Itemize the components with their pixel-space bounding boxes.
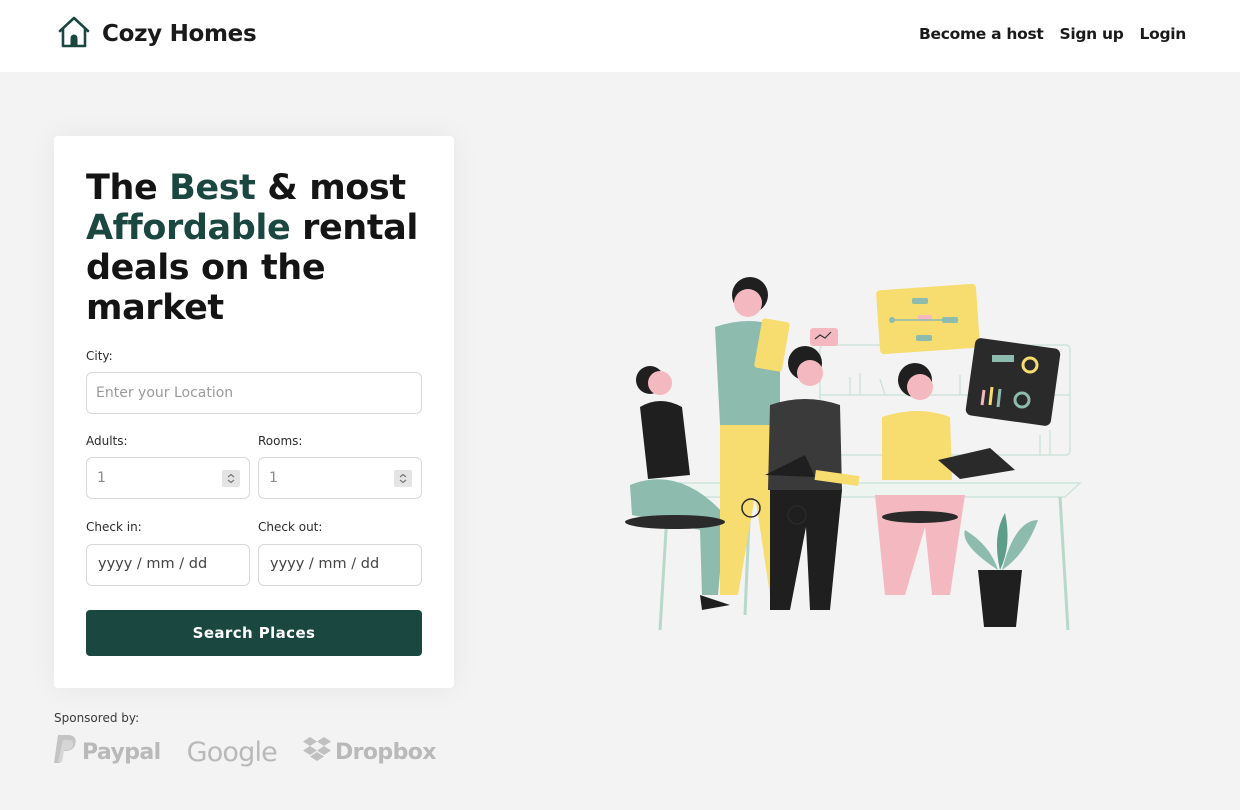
checkout-label: Check out:	[258, 520, 323, 534]
adults-stepper[interactable]: 1	[86, 457, 250, 499]
sponsored-by-label: Sponsored by:	[54, 711, 140, 725]
top-navbar: Cozy Homes Become a host Sign up Login	[0, 0, 1240, 72]
team-illustration	[620, 265, 1090, 640]
checkout-date-input[interactable]: yyyy / mm / dd	[258, 544, 422, 586]
checkin-label: Check in:	[86, 520, 142, 534]
sponsor-logos: Paypal Google Dropbox	[54, 734, 436, 770]
rooms-spinner-icon[interactable]	[394, 470, 412, 487]
rooms-label: Rooms:	[258, 434, 303, 448]
search-places-button[interactable]: Search Places	[86, 610, 422, 656]
rooms-stepper[interactable]: 1	[258, 457, 422, 499]
city-input[interactable]	[86, 372, 422, 414]
headline-highlight-affordable: Affordable	[86, 208, 291, 248]
paypal-icon	[54, 734, 78, 770]
brand-logo[interactable]: Cozy Homes	[56, 14, 257, 54]
google-text: Google	[186, 736, 278, 768]
dropbox-text: Dropbox	[335, 739, 436, 765]
sign-up-link[interactable]: Sign up	[1059, 25, 1123, 43]
checkin-date-input[interactable]: yyyy / mm / dd	[86, 544, 250, 586]
google-logo: Google	[186, 736, 278, 768]
search-card: The Best & most Affordable rental deals …	[54, 136, 454, 688]
brand-name: Cozy Homes	[102, 21, 257, 47]
house-icon	[56, 14, 92, 54]
paypal-text: Paypal	[82, 739, 161, 765]
paypal-logo: Paypal	[54, 734, 161, 770]
headline-highlight-best: Best	[169, 168, 256, 208]
adults-value: 1	[97, 470, 106, 486]
city-label: City:	[86, 349, 113, 363]
adults-label: Adults:	[86, 434, 128, 448]
become-host-link[interactable]: Become a host	[919, 25, 1044, 43]
rooms-value: 1	[269, 470, 278, 486]
checkout-placeholder: yyyy / mm / dd	[270, 556, 380, 572]
login-link[interactable]: Login	[1140, 25, 1187, 43]
adults-spinner-icon[interactable]	[222, 470, 240, 487]
nav-links: Become a host Sign up Login	[919, 25, 1186, 43]
hero-headline: The Best & most Affordable rental deals …	[86, 168, 436, 328]
checkin-placeholder: yyyy / mm / dd	[98, 556, 208, 572]
headline-text: & most	[255, 168, 406, 208]
dropbox-icon	[303, 736, 331, 768]
dropbox-logo: Dropbox	[303, 736, 436, 768]
headline-text: The	[86, 168, 170, 208]
